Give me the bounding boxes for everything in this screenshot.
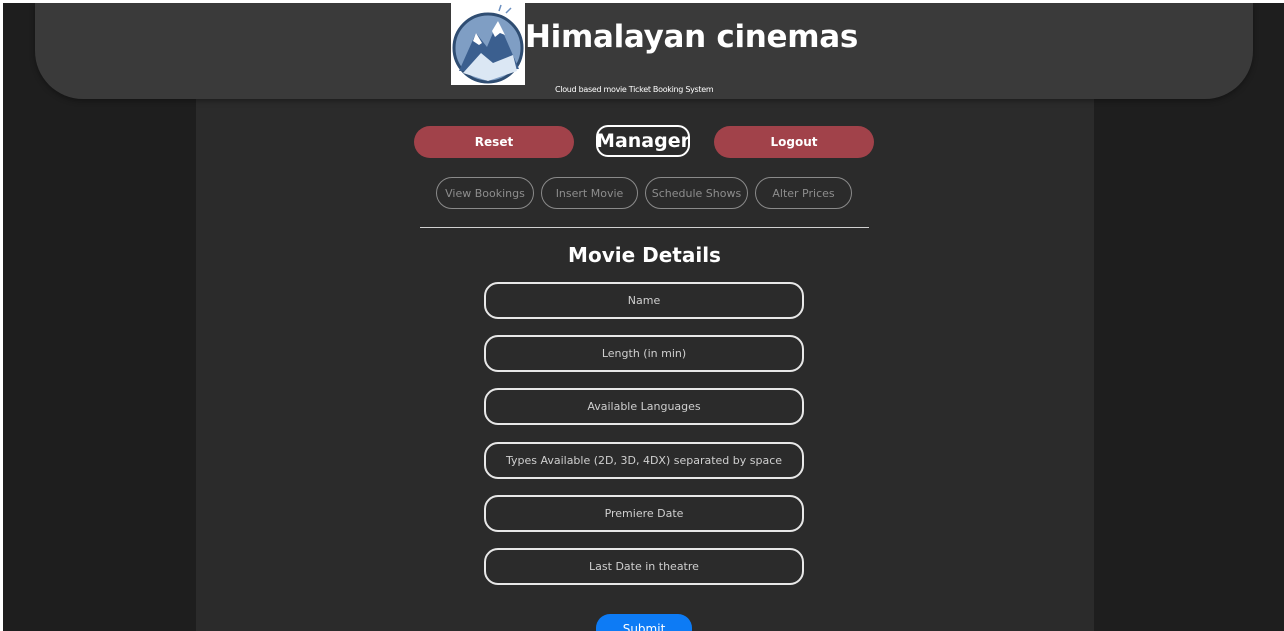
premiere-date-input[interactable] bbox=[484, 495, 804, 532]
mountain-logo-icon bbox=[451, 3, 525, 85]
nav-schedule-shows[interactable]: Schedule Shows bbox=[645, 177, 748, 209]
name-input[interactable] bbox=[484, 282, 804, 319]
nav-view-bookings[interactable]: View Bookings bbox=[436, 177, 534, 209]
logout-button[interactable]: Logout bbox=[714, 126, 874, 158]
app-frame: Himalayan cinemas Cloud based movie Tick… bbox=[3, 3, 1284, 631]
divider bbox=[420, 227, 869, 228]
types-input[interactable] bbox=[484, 442, 804, 479]
nav-insert-movie[interactable]: Insert Movie bbox=[541, 177, 638, 209]
submit-button[interactable]: Submit bbox=[596, 614, 692, 631]
last-date-input[interactable] bbox=[484, 548, 804, 585]
reset-button[interactable]: Reset bbox=[414, 126, 574, 158]
site-subtitle: Cloud based movie Ticket Booking System bbox=[555, 85, 714, 94]
role-badge: Manager bbox=[596, 125, 690, 157]
site-title: Himalayan cinemas bbox=[525, 19, 859, 55]
languages-input[interactable] bbox=[484, 388, 804, 425]
nav-alter-prices[interactable]: Alter Prices bbox=[755, 177, 852, 209]
form-title: Movie Details bbox=[568, 243, 721, 267]
length-input[interactable] bbox=[484, 335, 804, 372]
